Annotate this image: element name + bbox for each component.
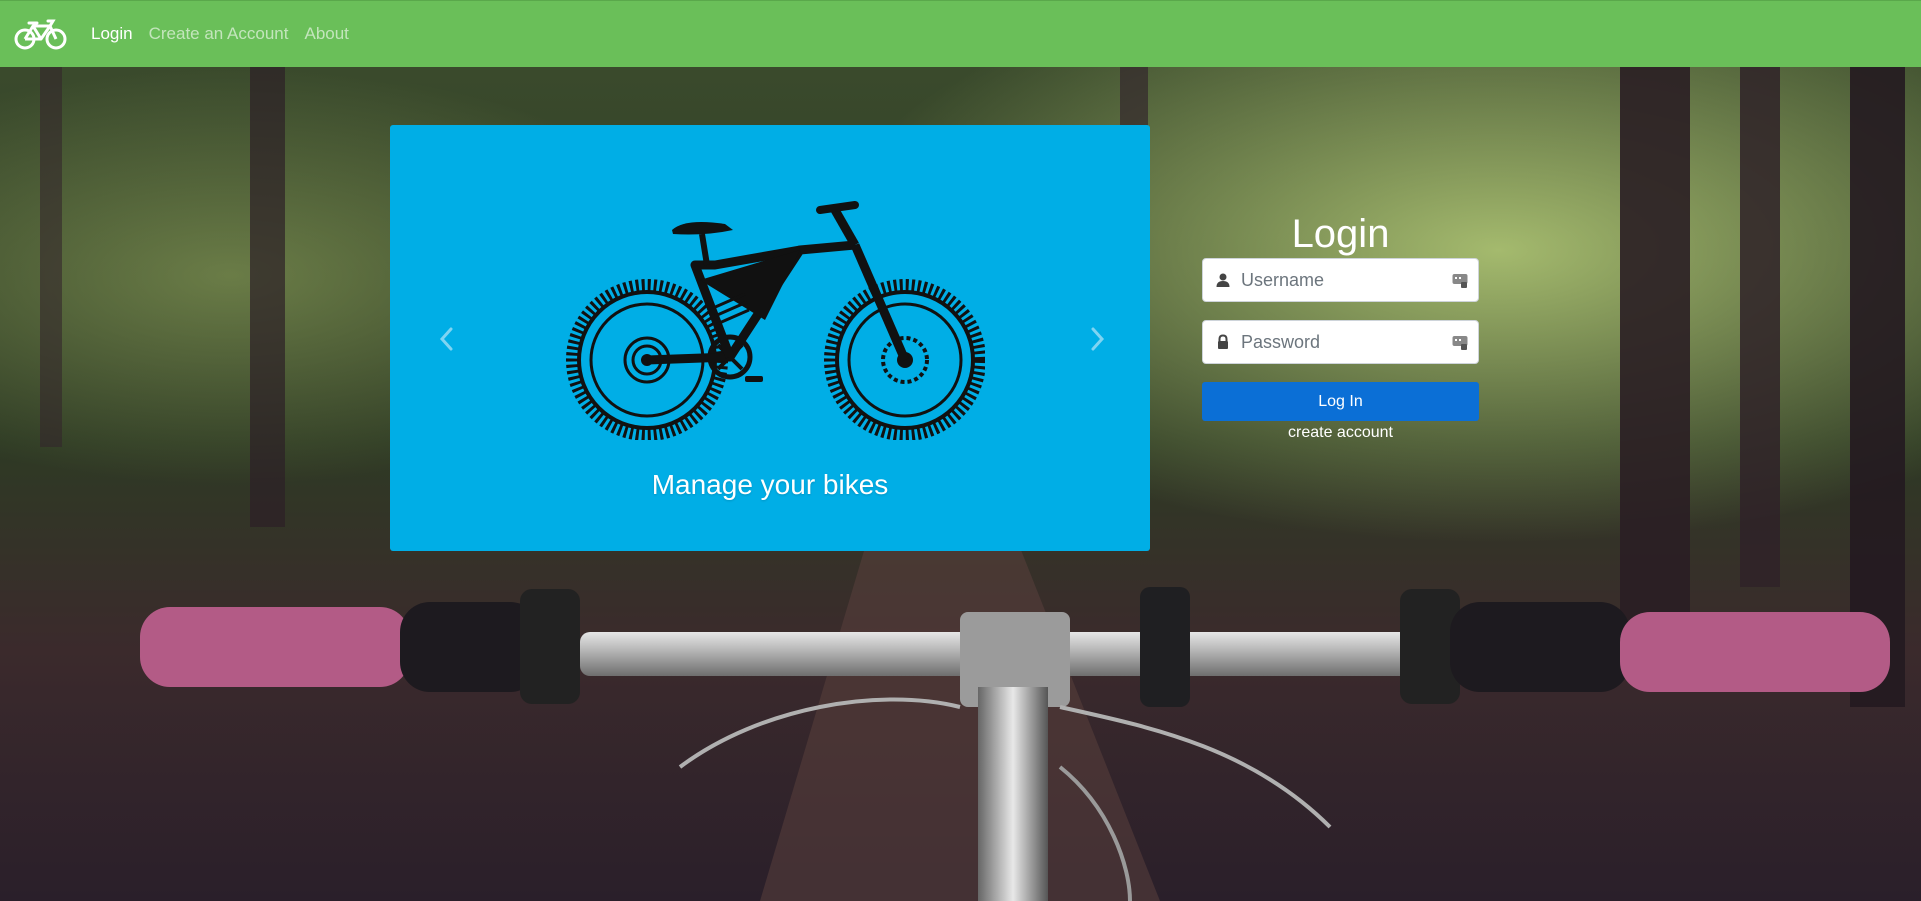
password-input[interactable] — [1241, 321, 1441, 363]
chevron-left-icon[interactable] — [432, 319, 462, 359]
carousel-caption: Manage your bikes — [651, 469, 889, 500]
create-account-link[interactable]: create account — [1202, 423, 1479, 443]
nav-links: Login Create an Account About — [91, 23, 349, 45]
chevron-right-icon[interactable] — [1082, 319, 1112, 359]
user-icon — [1215, 272, 1231, 288]
navbar: Login Create an Account About — [0, 0, 1921, 67]
username-field — [1202, 258, 1479, 302]
login-button[interactable]: Log In — [1202, 382, 1479, 421]
nav-link-create-account[interactable]: Create an Account — [149, 23, 289, 45]
nav-link-about[interactable]: About — [304, 23, 348, 45]
password-manager-icon[interactable] — [1452, 334, 1468, 350]
login-form: Login Username Log In create account — [1202, 210, 1479, 443]
login-title: Login — [1291, 212, 1390, 256]
mountain-bike-icon — [555, 190, 986, 441]
bicycle-icon[interactable] — [14, 17, 68, 51]
password-field — [1202, 320, 1479, 364]
username-input[interactable] — [1241, 259, 1441, 301]
lock-icon — [1215, 334, 1231, 350]
carousel: Manage your bikes — [390, 125, 1150, 551]
nav-link-login[interactable]: Login — [91, 23, 133, 45]
password-manager-icon[interactable] — [1452, 272, 1468, 288]
